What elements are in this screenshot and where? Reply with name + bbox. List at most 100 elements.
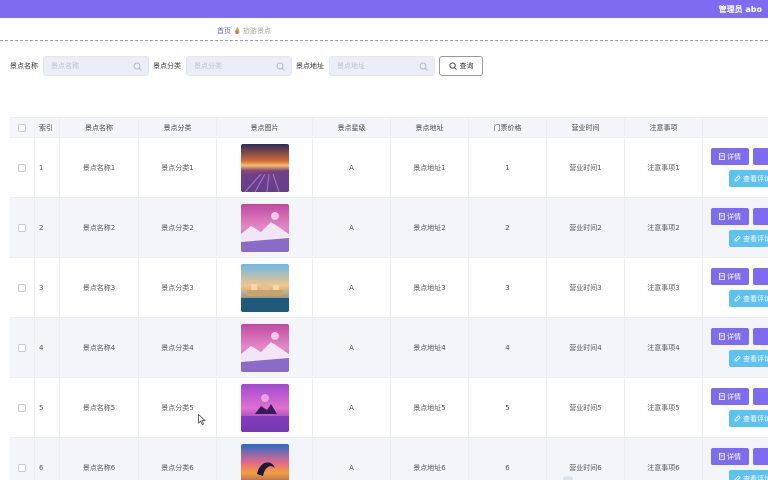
row-checkbox[interactable] (18, 463, 26, 472)
purple-snow-mountain-photo[interactable] (240, 323, 289, 372)
purple-sea-rocks-photo[interactable] (240, 383, 289, 432)
edit-button[interactable] (753, 388, 768, 405)
name-input-wrap (43, 56, 149, 76)
detail-button[interactable]: 详情 (711, 268, 749, 285)
edit-button[interactable] (753, 268, 768, 285)
detail-button[interactable]: 详情 (711, 148, 749, 165)
cell-stars: A (313, 318, 391, 377)
cell-name: 景点名称6 (60, 438, 139, 480)
search-icon (448, 62, 457, 70)
query-label: 查询 (459, 62, 474, 70)
lavender-sunset-photo[interactable] (240, 143, 289, 192)
cell-stars: A (313, 258, 391, 317)
checkbox-cell (10, 138, 35, 197)
cell-name: 景点名称3 (60, 258, 139, 317)
edit-button[interactable] (753, 448, 768, 465)
detail-label: 详情 (727, 152, 741, 161)
detail-button[interactable]: 详情 (711, 448, 749, 465)
detail-button[interactable]: 详情 (711, 328, 749, 345)
cell-category: 景点分类2 (139, 198, 217, 257)
row-checkbox[interactable] (18, 223, 26, 232)
detail-label: 详情 (727, 452, 741, 461)
row-checkbox[interactable] (18, 163, 26, 172)
breadcrumb-home[interactable]: 首页 (217, 26, 231, 36)
cell-stars: A (313, 378, 391, 437)
cell-price: 6 (469, 438, 547, 480)
view-reviews-button[interactable]: 查看评论 (729, 350, 768, 367)
cell-price: 5 (469, 378, 547, 437)
document-icon (719, 333, 725, 340)
table-header: 索引 景点名称 景点分类 景点图片 景点星级 景点地址 门票价格 营业时间 注意… (10, 117, 768, 138)
row-checkbox[interactable] (18, 403, 26, 412)
detail-label: 详情 (727, 392, 741, 401)
col-category: 景点分类 (139, 118, 217, 137)
cell-hours: 营业时间1 (547, 138, 625, 197)
view-reviews-label: 查看评论 (743, 174, 768, 183)
row-checkbox[interactable] (18, 283, 26, 292)
view-reviews-label: 查看评论 (743, 474, 768, 480)
detail-label: 详情 (727, 332, 741, 341)
cell-notes: 注意事项5 (625, 378, 703, 437)
edit-icon (734, 355, 741, 362)
cell-stars: A (313, 438, 391, 480)
view-reviews-label: 查看评论 (743, 234, 768, 243)
cell-hours: 营业时间2 (547, 198, 625, 257)
cell-notes: 注意事项1 (625, 138, 703, 197)
col-price: 门票价格 (469, 118, 547, 137)
view-reviews-button[interactable]: 查看评论 (729, 290, 768, 307)
search-icon (133, 62, 142, 71)
cell-hours: 营业时间4 (547, 318, 625, 377)
edit-button[interactable] (753, 328, 768, 345)
cell-address: 景点地址4 (391, 318, 469, 377)
view-reviews-button[interactable]: 查看评论 (729, 170, 768, 187)
edit-button[interactable] (753, 148, 768, 165)
search-icon (276, 62, 285, 71)
purple-snow-mountain-photo[interactable] (240, 203, 289, 252)
query-button[interactable]: 查询 (439, 56, 483, 76)
cell-category: 景点分类5 (139, 378, 217, 437)
document-icon (719, 453, 725, 460)
row-checkbox[interactable] (18, 343, 26, 352)
cell-price: 2 (469, 198, 547, 257)
cell-name: 景点名称1 (60, 138, 139, 197)
edit-icon (734, 415, 741, 422)
view-reviews-label: 查看评论 (743, 414, 768, 423)
cell-actions: 详情查看评论 (703, 258, 768, 317)
checkbox-cell (10, 198, 35, 257)
checkbox-cell (10, 438, 35, 480)
select-all-checkbox[interactable] (18, 123, 26, 132)
table-row: 3 景点名称3 景点分类3 A 景点地址3 3 营业时间3 注意事项3 详情 查看评论 (10, 258, 768, 318)
top-header: 管理员 abo (0, 0, 768, 18)
col-notes: 注意事项 (625, 118, 703, 137)
col-image: 景点图片 (217, 118, 313, 137)
view-reviews-label: 查看评论 (743, 294, 768, 303)
document-icon (719, 273, 725, 280)
cell-actions: 详情查看评论 (703, 138, 768, 197)
cell-image (217, 198, 313, 257)
cell-image (217, 318, 313, 377)
view-reviews-button[interactable]: 查看评论 (729, 410, 768, 427)
cell-address: 景点地址3 (391, 258, 469, 317)
detail-button[interactable]: 详情 (711, 388, 749, 405)
dolphin-sunset-photo[interactable] (240, 443, 289, 480)
cell-address: 景点地址6 (391, 438, 469, 480)
category-label: 景点分类 (153, 62, 181, 70)
edit-button[interactable] (753, 208, 768, 225)
col-actions (703, 118, 768, 137)
document-icon (719, 153, 725, 160)
user-label[interactable]: 管理员 abo (719, 4, 762, 15)
breadcrumb-current: 旅游景点 (243, 27, 271, 35)
col-hours: 营业时间 (547, 118, 625, 137)
harbor-town-photo[interactable] (240, 263, 289, 312)
breadcrumb: 首页 旅游景点 (0, 18, 768, 41)
document-icon (719, 393, 725, 400)
cell-index: 4 (35, 318, 60, 377)
cell-hours: 营业时间3 (547, 258, 625, 317)
view-reviews-button[interactable]: 查看评论 (729, 470, 768, 480)
detail-button[interactable]: 详情 (711, 208, 749, 225)
cell-price: 3 (469, 258, 547, 317)
checkbox-cell (10, 258, 35, 317)
cell-actions: 详情 查看评论 (703, 318, 768, 377)
view-reviews-button[interactable]: 查看评论 (729, 230, 768, 247)
table-row: 1 景点名称1 景点分类1 A 景点地址1 1 营业时间1 注意事项1 详情 查看评论 (10, 138, 768, 198)
